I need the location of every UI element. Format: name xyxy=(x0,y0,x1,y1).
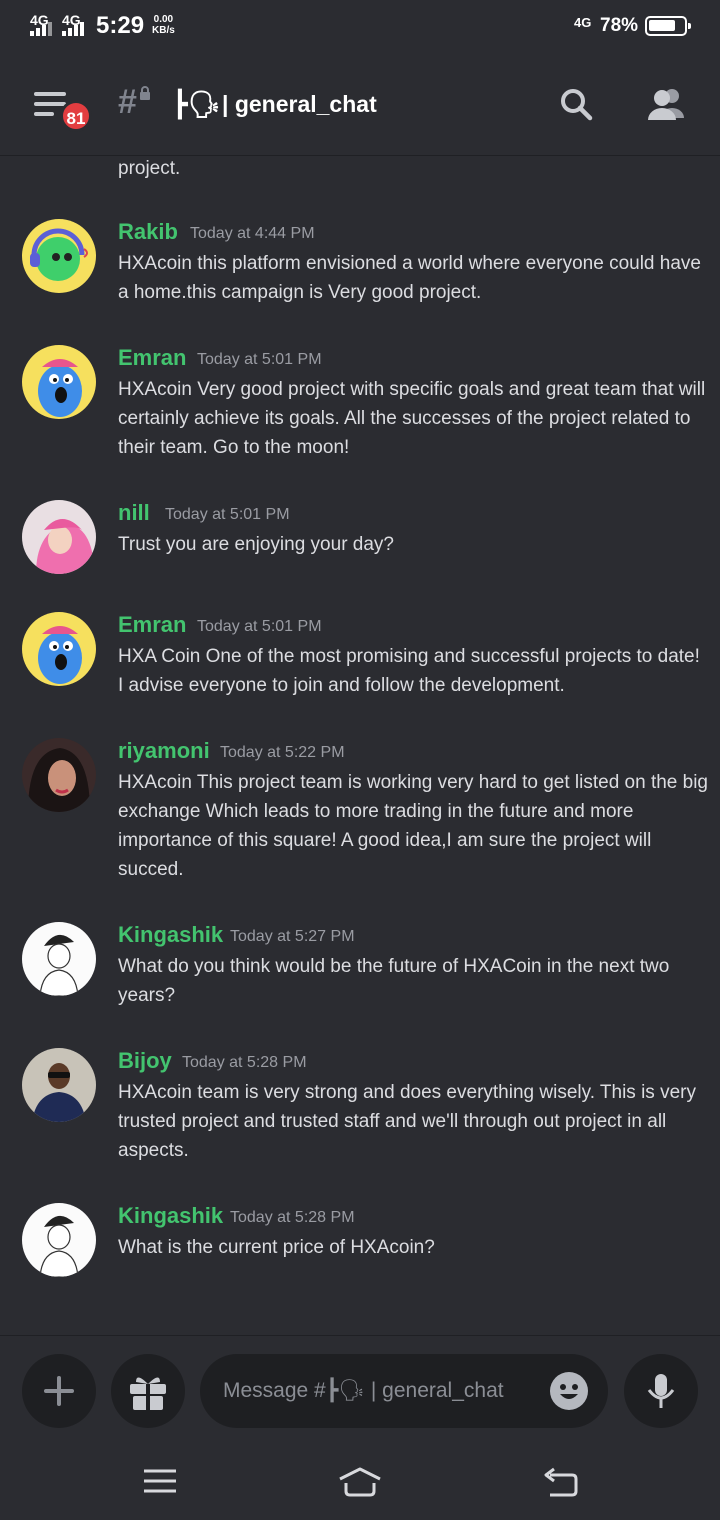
avatar[interactable] xyxy=(22,738,96,812)
home-icon[interactable] xyxy=(336,1465,384,1499)
message-text: Trust you are enjoying your day? xyxy=(118,534,395,555)
avatar-image xyxy=(22,500,96,574)
message-author[interactable]: nill xyxy=(118,500,150,526)
channel-emoji: ┣🗣 xyxy=(172,89,221,119)
status-bar: 4G 4G 5:29 0.00 KB/s 4G 78% xyxy=(0,0,720,54)
voice-button[interactable] xyxy=(624,1354,698,1428)
avatar[interactable] xyxy=(22,1048,96,1122)
message-author[interactable]: Emran xyxy=(118,345,186,371)
clock: 5:29 xyxy=(96,12,145,39)
avatar[interactable] xyxy=(22,345,96,419)
gift-button[interactable] xyxy=(111,1354,185,1428)
avatar[interactable] xyxy=(22,1203,96,1277)
channel-separator: | xyxy=(222,91,229,117)
message-text: HXAcoin team is very strong and does eve… xyxy=(118,1082,696,1161)
sim1-signal-icon xyxy=(30,22,52,36)
network-speed-unit: KB/s xyxy=(152,25,175,36)
message-text: What do you think would be the future of… xyxy=(118,956,670,1006)
message-author[interactable]: Rakib xyxy=(118,219,178,245)
avatar-image xyxy=(22,612,96,686)
channel-name: general_chat xyxy=(234,91,377,117)
network-type-label: 4G xyxy=(574,15,592,30)
system-nav-bar xyxy=(0,1443,720,1520)
avatar-image xyxy=(22,1203,96,1277)
message-timestamp: Today at 5:28 PM xyxy=(182,1054,307,1071)
message-text: What is the current price of HXAcoin? xyxy=(118,1237,435,1258)
message-text: HXAcoin Very good project with specific … xyxy=(118,379,706,458)
search-icon[interactable] xyxy=(558,86,594,122)
message-timestamp: Today at 5:28 PM xyxy=(230,1209,355,1226)
message-author[interactable]: riyamoni xyxy=(118,738,210,764)
message-text: HXAcoin This project team is working ver… xyxy=(118,772,708,880)
message-input[interactable]: Message #┣🗣 | general_chat xyxy=(200,1354,608,1428)
unread-badge: 81 xyxy=(60,100,92,132)
gift-icon xyxy=(130,1377,166,1410)
message-timestamp: Today at 5:27 PM xyxy=(230,928,355,945)
partial-message-text: project. xyxy=(118,158,181,179)
lock-icon xyxy=(140,86,150,100)
channel-header: 81 # ┣🗣 | general_chat xyxy=(0,54,720,156)
emoji-button[interactable] xyxy=(550,1372,588,1410)
attach-button[interactable] xyxy=(22,1354,96,1428)
avatar[interactable] xyxy=(22,219,96,293)
message-author[interactable]: Emran xyxy=(118,612,186,638)
message-author[interactable]: Kingashik xyxy=(118,1203,223,1229)
message-text: HXA Coin One of the most promising and s… xyxy=(118,646,700,696)
members-icon[interactable] xyxy=(644,86,688,122)
network-speed-value: 0.00 xyxy=(153,14,174,25)
recent-apps-icon[interactable] xyxy=(140,1467,180,1497)
message-timestamp: Today at 5:01 PM xyxy=(165,506,290,523)
message-text: HXAcoin this platform envisioned a world… xyxy=(118,253,701,303)
avatar-image xyxy=(22,345,96,419)
channel-title[interactable]: | general_chat xyxy=(222,91,377,118)
avatar[interactable] xyxy=(22,922,96,996)
sim2-signal-icon xyxy=(62,22,88,36)
plus-icon xyxy=(44,1376,74,1406)
battery-percent: 78% xyxy=(600,15,639,36)
message-timestamp: Today at 5:01 PM xyxy=(197,351,322,368)
message-list[interactable]: project. Rakib Today at 4:44 PM HXAcoin … xyxy=(0,157,720,1335)
avatar-image xyxy=(22,219,96,293)
message-timestamp: Today at 4:44 PM xyxy=(190,225,315,242)
message-timestamp: Today at 5:01 PM xyxy=(197,618,322,635)
message-timestamp: Today at 5:22 PM xyxy=(220,744,345,761)
top-bar: 4G 4G 5:29 0.00 KB/s 4G 78% 81 # ┣🗣 | ge… xyxy=(0,0,720,156)
back-icon[interactable] xyxy=(540,1465,580,1499)
avatar-image xyxy=(22,1048,96,1122)
avatar-image xyxy=(22,922,96,996)
message-author[interactable]: Kingashik xyxy=(118,922,223,948)
message-composer: Message #┣🗣 | general_chat xyxy=(0,1335,720,1443)
avatar[interactable] xyxy=(22,500,96,574)
avatar-image xyxy=(22,738,96,812)
avatar[interactable] xyxy=(22,612,96,686)
battery-icon xyxy=(645,16,691,36)
network-speed: 0.00 KB/s xyxy=(152,14,175,36)
microphone-icon xyxy=(647,1374,675,1408)
message-input-placeholder: Message #┣🗣 | general_chat xyxy=(223,1379,504,1402)
emoji-icon xyxy=(560,1384,578,1399)
message-author[interactable]: Bijoy xyxy=(118,1048,172,1074)
